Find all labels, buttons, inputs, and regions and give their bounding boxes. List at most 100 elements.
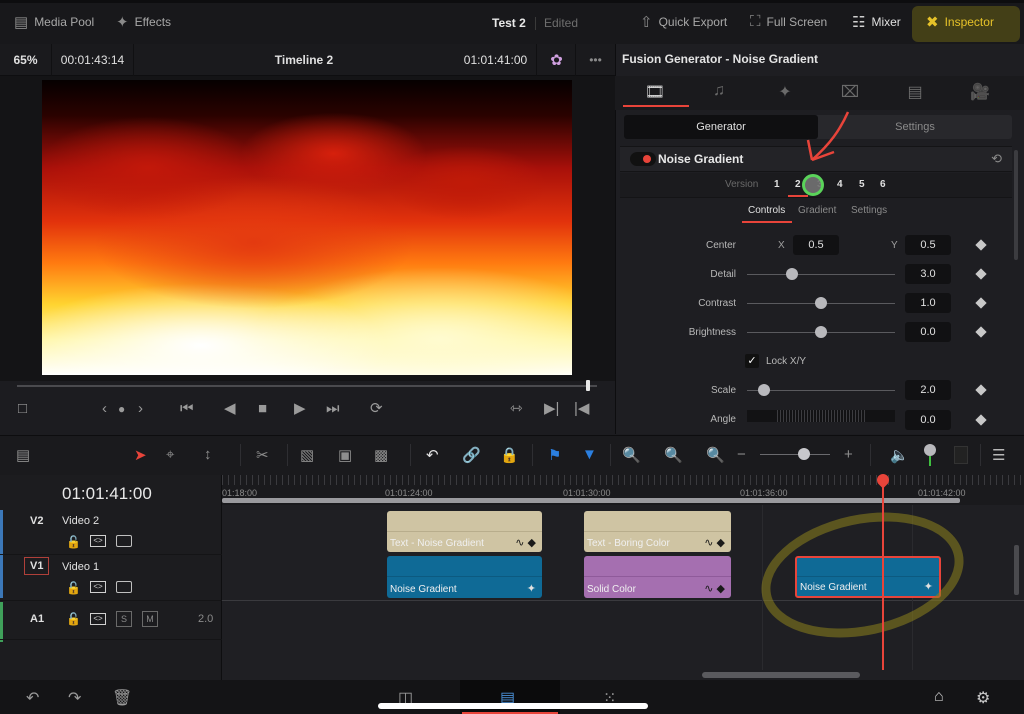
effect-enable-toggle[interactable] — [630, 152, 656, 166]
auto-select-icon[interactable]: <> — [90, 535, 106, 547]
inspector-scrollbar[interactable] — [1014, 150, 1018, 260]
undo-icon[interactable]: ↶ — [26, 688, 39, 708]
brightness-slider-knob[interactable] — [815, 326, 827, 338]
track-visibility-icon[interactable] — [116, 535, 132, 547]
subtab-controls[interactable]: Controls — [748, 205, 785, 216]
selection-tool-icon[interactable]: ➤ — [134, 446, 147, 464]
lock-icon[interactable]: 🔓 — [66, 612, 81, 626]
go-to-end-icon[interactable]: ⏭ — [326, 399, 340, 419]
image-tab-icon[interactable]: ▤ — [895, 82, 935, 102]
overwrite-clip-icon[interactable]: ▣ — [338, 446, 352, 464]
detail-slider-knob[interactable] — [786, 268, 798, 280]
timeline-zoom-slider[interactable] — [760, 454, 830, 455]
inspector-button[interactable]: ✖ Inspector — [926, 13, 994, 31]
mute-button[interactable]: M — [142, 611, 158, 627]
previous-edit-icon[interactable]: |◀ — [574, 399, 589, 419]
quick-export-button[interactable]: ⇧ Quick Export — [640, 13, 727, 31]
audio-meter-icon[interactable] — [954, 446, 968, 464]
version-1[interactable]: 1 — [774, 179, 780, 190]
color-effects-icon[interactable]: ✿ — [538, 44, 576, 76]
zoom-select[interactable]: 65% — [0, 44, 52, 76]
contrast-slider-knob[interactable] — [815, 297, 827, 309]
playhead[interactable] — [882, 475, 884, 670]
play-icon[interactable]: ▶ — [294, 399, 306, 419]
settings-gear-icon[interactable]: ⚙ — [976, 688, 990, 708]
keyframe-dot-icon[interactable]: ● — [118, 399, 125, 419]
timeline-horizontal-scrollbar[interactable] — [702, 672, 860, 678]
timeline-view-options-icon[interactable]: ▤ — [16, 446, 30, 464]
replace-clip-icon[interactable]: ▩ — [374, 446, 388, 464]
version-2[interactable]: 2 — [795, 179, 801, 190]
zoom-out-icon[interactable]: − — [737, 446, 746, 463]
contrast-field[interactable]: 1.0 — [905, 293, 951, 313]
lock-xy-checkbox[interactable]: ✓ — [745, 354, 759, 368]
effects-button[interactable]: ✦ Effects — [116, 13, 171, 31]
transform-icon[interactable]: □ — [18, 399, 27, 419]
dynamic-trim-icon[interactable]: ↕ — [204, 446, 212, 463]
track-id[interactable]: V1 — [24, 557, 50, 575]
stop-icon[interactable]: ■ — [258, 399, 267, 419]
zoom-custom-icon[interactable]: 🔍 — [706, 446, 725, 464]
audio-tab-icon[interactable]: ♫ — [699, 82, 739, 100]
scale-slider-knob[interactable] — [758, 384, 770, 396]
file-tab-icon[interactable]: 🎥 — [960, 82, 1000, 102]
auto-select-icon[interactable]: <> — [90, 581, 106, 593]
zoom-full-icon[interactable]: 🔍 — [622, 446, 641, 464]
version-5[interactable]: 5 — [859, 179, 865, 190]
mixer-button[interactable]: ☷ Mixer — [852, 13, 901, 31]
auto-select-icon[interactable]: <> — [90, 613, 106, 625]
scrubber-track[interactable] — [17, 385, 597, 387]
home-icon[interactable]: ⌂ — [934, 688, 944, 706]
more-options-button[interactable]: ••• — [576, 44, 615, 76]
full-screen-button[interactable]: ⛶ Full Screen — [750, 13, 827, 30]
play-reverse-icon[interactable]: ◀ — [224, 399, 236, 419]
lock-icon[interactable]: 🔓 — [66, 535, 81, 549]
media-pool-button[interactable]: ▤ Media Pool — [14, 13, 94, 31]
previous-keyframe-icon[interactable]: ‹ — [102, 399, 107, 419]
video-tab-icon[interactable]: 🎞 — [635, 82, 675, 102]
version-4[interactable]: 4 — [837, 179, 843, 190]
center-x-field[interactable]: 0.5 — [793, 235, 839, 255]
snapping-icon[interactable]: ↶ — [426, 446, 439, 464]
tracks-scrollbar[interactable] — [1014, 545, 1019, 595]
solo-button[interactable]: S — [116, 611, 132, 627]
track-visibility-icon[interactable] — [116, 581, 132, 593]
clip-text-boring-color[interactable]: Text - Boring Color ∿ ◆ — [584, 511, 731, 552]
version-6[interactable]: 6 — [880, 179, 886, 190]
scale-field[interactable]: 2.0 — [905, 380, 951, 400]
detail-slider[interactable] — [747, 274, 895, 275]
clip-text-noise-gradient[interactable]: Text - Noise Gradient ∿ ◆ — [387, 511, 542, 552]
position-lock-icon[interactable]: 🔒 — [500, 446, 519, 464]
next-keyframe-icon[interactable]: › — [138, 399, 143, 419]
effects-tab-icon[interactable]: ✦ — [765, 82, 805, 102]
timeline-zoom-bar[interactable] — [222, 498, 960, 503]
linked-selection-icon[interactable]: 🔗 — [462, 446, 481, 464]
subtab-settings[interactable]: Settings — [851, 205, 887, 216]
angle-field[interactable]: 0.0 — [905, 410, 951, 430]
flag-icon[interactable]: ⚑ — [548, 446, 561, 464]
zoom-detail-icon[interactable]: 🔍 — [664, 446, 683, 464]
transition-tab-icon[interactable]: ⌧ — [830, 82, 870, 102]
volume-knob[interactable] — [924, 444, 936, 456]
clip-solid-color[interactable]: Solid Color ∿ ◆ — [584, 556, 731, 598]
delete-icon[interactable]: 🗑 — [112, 688, 132, 708]
brightness-field[interactable]: 0.0 — [905, 322, 951, 342]
generator-segment[interactable]: Generator — [624, 115, 818, 139]
scrubber-handle[interactable] — [586, 380, 590, 391]
detail-field[interactable]: 3.0 — [905, 264, 951, 284]
speaker-icon[interactable]: 🔈 — [890, 446, 909, 464]
insert-clip-icon[interactable]: ▧ — [300, 446, 314, 464]
loop-icon[interactable]: ⟳ — [370, 399, 383, 419]
center-y-field[interactable]: 0.5 — [905, 235, 951, 255]
timeline-zoom-knob[interactable] — [798, 448, 810, 460]
timeline-select[interactable]: Timeline 2 — [134, 44, 474, 76]
reset-icon[interactable]: ⟲ — [991, 151, 1002, 167]
blade-tool-icon[interactable]: ✂ — [256, 446, 269, 464]
match-frame-icon[interactable]: ⇿ — [510, 399, 523, 419]
go-to-start-icon[interactable]: ⏮ — [180, 399, 194, 419]
marker-icon[interactable]: ▼ — [582, 446, 597, 463]
redo-icon[interactable]: ↷ — [68, 688, 81, 708]
subtab-gradient[interactable]: Gradient — [798, 205, 836, 216]
trim-tool-icon[interactable]: ⌖ — [166, 446, 174, 463]
clip-noise-gradient[interactable]: Noise Gradient ✦ — [387, 556, 542, 598]
